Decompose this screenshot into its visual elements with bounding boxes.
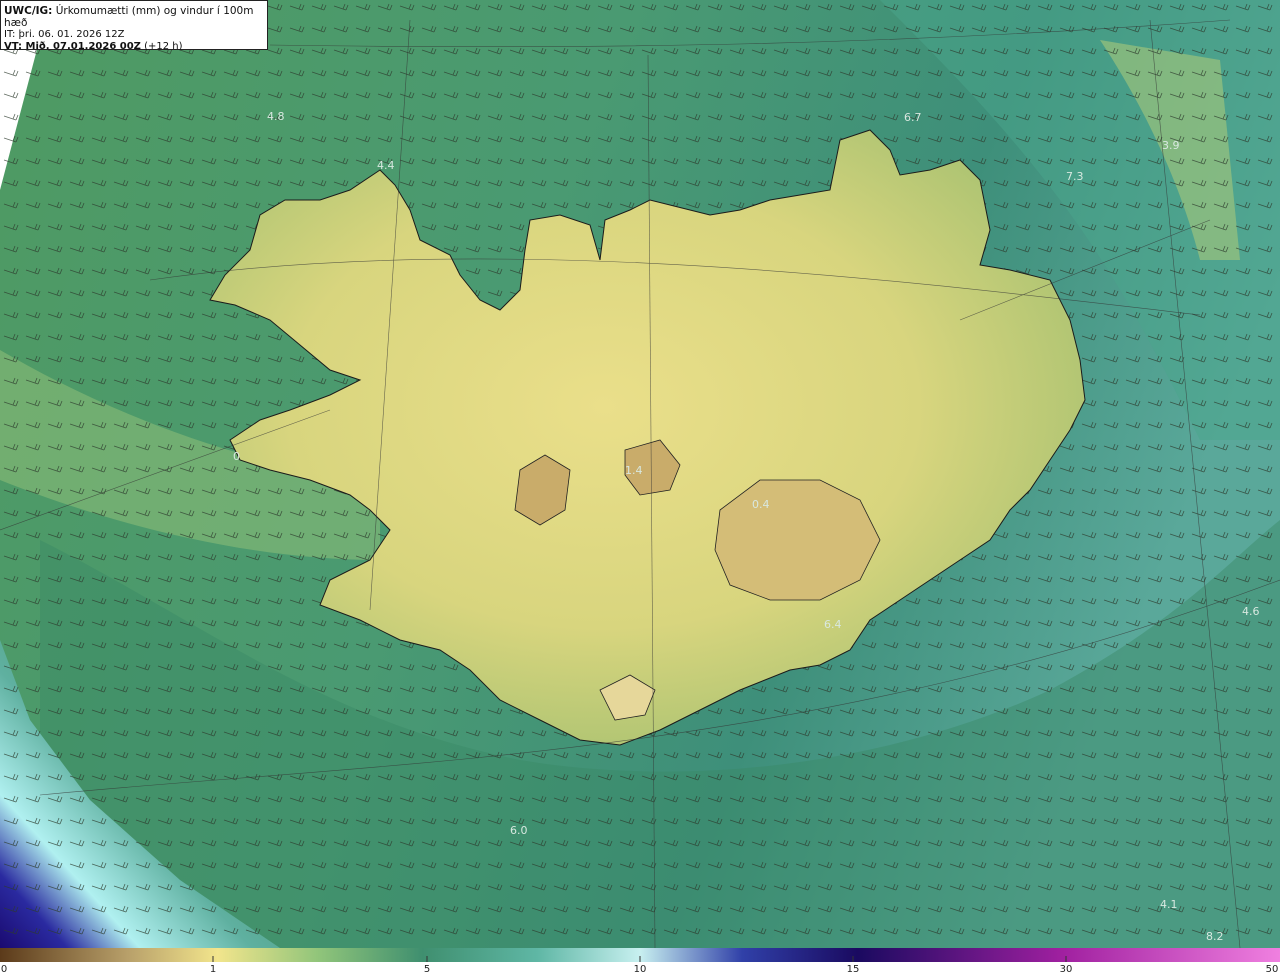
colorbar-tick: 5 — [423, 964, 431, 975]
map-value-label: 4.1 — [1160, 898, 1178, 911]
glacier-vatnajokull — [714, 479, 881, 601]
map-value-label: 0.4 — [752, 498, 770, 511]
map-value-label: 6.4 — [824, 618, 842, 631]
map-value-label: 1.4 — [625, 464, 643, 477]
colorbar-tick: 50 — [1265, 964, 1279, 975]
map-value-label: 4.8 — [267, 110, 285, 123]
map-value-label: 6.0 — [510, 824, 528, 837]
map-value-label: 7.3 — [1066, 170, 1084, 183]
map-value-label: 8.2 — [1206, 930, 1224, 943]
map-value-label: 4.6 — [1242, 605, 1260, 618]
forecast-offset: (+12 h) — [144, 41, 183, 52]
precipitation-map: 4.8 4.4 6.7 3.9 7.3 4.6 6.0 4.1 8.2 0 1.… — [0, 0, 1280, 948]
map-value-label: 6.7 — [904, 111, 922, 124]
colorbar-tick: 10 — [633, 964, 647, 975]
map-value-label: 3.9 — [1162, 139, 1180, 152]
model-label: UWC/IG: — [4, 5, 53, 17]
colorbar-tick: 30 — [1059, 964, 1073, 975]
valid-time: VT: Mið. 07.01.2026 00Z — [4, 41, 141, 52]
map-header: UWC/IG: Úrkomumætti (mm) og vindur í 100… — [0, 0, 268, 52]
map-value-label: 0 — [233, 450, 240, 463]
map-value-label: 4.4 — [377, 159, 395, 172]
colorbar-tick: 15 — [846, 964, 860, 975]
colorbar-tick: 0 — [0, 964, 8, 975]
init-time: IT: þri. 06. 01. 2026 12Z — [4, 29, 125, 40]
colorbar-tick: 1 — [209, 964, 217, 975]
colorbar-gradient — [0, 948, 1280, 962]
